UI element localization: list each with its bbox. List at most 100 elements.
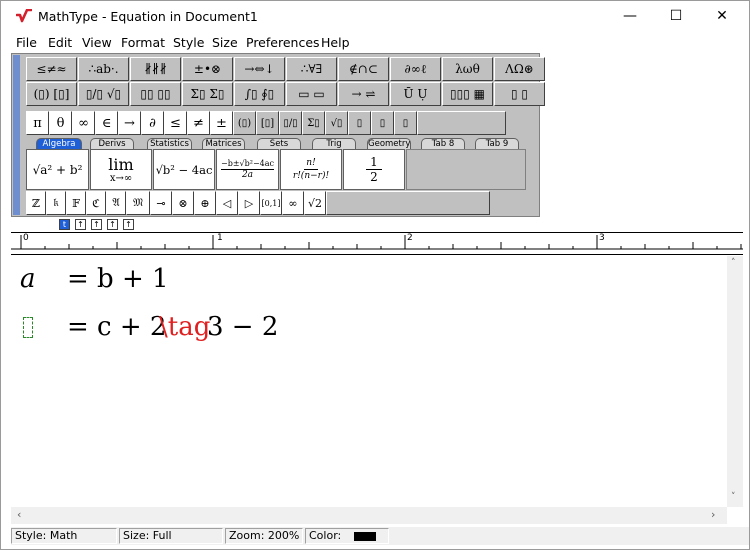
palette-logic[interactable]: ∴∀∃ xyxy=(286,57,337,81)
small-symbol-infinity[interactable]: ∞ xyxy=(282,191,304,215)
palette-arrows[interactable]: →⇔↓ xyxy=(234,57,285,81)
palette-sums[interactable]: Σ▯ Σ▯ xyxy=(182,82,233,106)
toolbar-grip[interactable] xyxy=(13,55,20,215)
equation-editor[interactable]: a = b + 1 = c + 2 \tag 3 − 2 xyxy=(11,256,727,506)
tiny-button-5[interactable]: ↑ xyxy=(123,219,134,230)
tab-algebra[interactable]: Algebra xyxy=(36,138,82,149)
maximize-icon: ☐ xyxy=(669,8,683,24)
template-brackets[interactable]: [▯] xyxy=(256,111,279,135)
small-symbol-fraktur-a[interactable]: 𝔄 xyxy=(106,191,126,215)
symbol-plus-minus[interactable]: ± xyxy=(210,111,233,135)
template-quadratic-formula[interactable]: −b±√b²−4ac 2a xyxy=(216,149,279,190)
menu-file[interactable]: File xyxy=(16,35,37,50)
scroll-down-icon[interactable]: ˅ xyxy=(731,492,736,502)
title-bar[interactable]: MathType - Equation in Document1 — ☐ ✕ xyxy=(1,1,749,32)
close-button[interactable]: ✕ xyxy=(699,1,745,32)
status-style: Style: Math xyxy=(11,528,117,544)
palette-operators[interactable]: ±•⊗ xyxy=(182,57,233,81)
small-symbol-interval[interactable]: [0,1] xyxy=(260,191,282,215)
template-subscript[interactable]: ▯ xyxy=(371,111,394,135)
template-combination[interactable]: n! r!(n−r)! xyxy=(280,149,342,190)
menu-help[interactable]: Help xyxy=(321,35,350,50)
tiny-button-1[interactable]: t xyxy=(59,219,70,230)
status-bar: Style: Math Size: Full Zoom: 200% Color: xyxy=(11,527,749,545)
palette-greek-upper[interactable]: ΛΩ⊛ xyxy=(494,57,545,81)
small-symbol-oplus[interactable]: ⊕ xyxy=(194,191,216,215)
symbol-right-arrow[interactable]: → xyxy=(118,111,141,135)
tab-sets[interactable]: Sets xyxy=(257,138,301,149)
symbol-infinity[interactable]: ∞ xyxy=(72,111,95,135)
palette-embellishments[interactable]: ∦∦∦ xyxy=(130,57,181,81)
horizontal-scrollbar[interactable]: ‹ › xyxy=(11,507,727,524)
palette-fences[interactable]: (▯) [▯] xyxy=(26,82,77,106)
palette-spaces[interactable]: ∴ab·. xyxy=(78,57,129,81)
symbol-element-of[interactable]: ∈ xyxy=(95,111,118,135)
palette-misc[interactable]: ∂∞ℓ xyxy=(390,57,441,81)
small-symbol-triangle-left[interactable]: ◁ xyxy=(216,191,238,215)
palette-bars[interactable]: ▭ ▭ xyxy=(286,82,337,106)
tab-matrices[interactable]: Matrices xyxy=(202,138,245,149)
small-symbol-fraktur-k[interactable]: 𝔨 xyxy=(46,191,66,215)
menu-style[interactable]: Style xyxy=(173,35,204,50)
menu-size[interactable]: Size xyxy=(212,35,238,50)
palette-relations[interactable]: ≤≠≈ xyxy=(26,57,77,81)
template-discriminant[interactable]: √b² − 4ac xyxy=(153,149,215,190)
scroll-left-icon[interactable]: ‹ xyxy=(17,508,21,521)
minimize-button[interactable]: — xyxy=(607,1,653,32)
template-sub-superscript[interactable]: ▯ xyxy=(394,111,417,135)
small-symbol-triangle-right[interactable]: ▷ xyxy=(238,191,260,215)
symbol-theta[interactable]: θ xyxy=(49,111,72,135)
menu-format[interactable]: Format xyxy=(121,35,165,50)
template-superscript[interactable]: ▯ xyxy=(348,111,371,135)
tiny-button-3[interactable]: ↑ xyxy=(91,219,102,230)
ruler[interactable]: 0 1 2 3 xyxy=(11,232,743,255)
tab-statistics[interactable]: Statistics xyxy=(147,138,192,149)
small-symbol-sqrt2[interactable]: √2 xyxy=(304,191,326,215)
scroll-up-icon[interactable]: ˄ xyxy=(731,258,736,268)
small-symbol-multimap[interactable]: ⊸ xyxy=(150,191,172,215)
menu-edit[interactable]: Edit xyxy=(48,35,72,50)
tab-trig[interactable]: Trig xyxy=(312,138,356,149)
tab-geometry[interactable]: Geometry xyxy=(367,138,411,149)
tab-8[interactable]: Tab 8 xyxy=(421,138,465,149)
tiny-button-2[interactable]: ↑ xyxy=(75,219,86,230)
palette-sets[interactable]: ∉∩⊂ xyxy=(338,57,389,81)
vertical-scrollbar[interactable]: ˄ ˅ xyxy=(727,256,743,507)
menu-view[interactable]: View xyxy=(82,35,112,50)
palette-boxes[interactable]: ▯ ▯ xyxy=(494,82,545,106)
tab-derivs[interactable]: Derivs xyxy=(90,138,134,149)
scroll-right-icon[interactable]: › xyxy=(711,508,715,521)
small-symbol-fraktur-c[interactable]: ℭ xyxy=(86,191,106,215)
template-one-half[interactable]: 1 2 xyxy=(343,149,405,190)
palette-row-2: (▯) [▯] ▯/▯ √▯ ▯▯ ▯▯ Σ▯ Σ▯ ∫▯ ∮▯ ▭ ▭ → ⇌… xyxy=(26,82,546,106)
menu-preferences[interactable]: Preferences xyxy=(246,35,320,50)
palette-scripts[interactable]: ▯▯ ▯▯ xyxy=(130,82,181,106)
palette-labeled-arrows[interactable]: → ⇌ xyxy=(338,82,389,106)
palette-products[interactable]: Ū Ụ xyxy=(390,82,441,106)
palette-integrals[interactable]: ∫▯ ∮▯ xyxy=(234,82,285,106)
small-symbol-otimes[interactable]: ⊗ xyxy=(172,191,194,215)
template-square-root[interactable]: √▯ xyxy=(325,111,348,135)
symbol-pi[interactable]: π xyxy=(26,111,49,135)
tab-9[interactable]: Tab 9 xyxy=(475,138,519,149)
small-symbol-fraktur-f[interactable]: 𝔽 xyxy=(66,191,86,215)
symbol-less-equal[interactable]: ≤ xyxy=(164,111,187,135)
small-symbol-fraktur-m[interactable]: 𝔐 xyxy=(126,191,150,215)
empty-slot-placeholder[interactable] xyxy=(23,317,33,338)
template-half-top: 1 xyxy=(366,155,382,170)
small-symbol-integers[interactable]: ℤ xyxy=(26,191,46,215)
template-parentheses[interactable]: (▯) xyxy=(233,111,256,135)
template-pythagoras[interactable]: √a² + b² xyxy=(26,149,89,190)
template-limit[interactable]: lim x→∞ xyxy=(90,149,152,190)
palette-greek-lower[interactable]: λωθ xyxy=(442,57,493,81)
palette-fractions[interactable]: ▯/▯ √▯ xyxy=(78,82,129,106)
status-color-label: Color: xyxy=(309,529,342,542)
symbol-not-equal[interactable]: ≠ xyxy=(187,111,210,135)
palette-matrices[interactable]: ▯▯▯ ▦ xyxy=(442,82,493,106)
maximize-button[interactable]: ☐ xyxy=(653,1,699,32)
template-fraction[interactable]: ▯/▯ xyxy=(279,111,302,135)
tiny-button-4[interactable]: ↑ xyxy=(107,219,118,230)
template-summation[interactable]: Σ▯ xyxy=(302,111,325,135)
template-limit-top: lim xyxy=(108,154,134,174)
symbol-partial[interactable]: ∂ xyxy=(141,111,164,135)
